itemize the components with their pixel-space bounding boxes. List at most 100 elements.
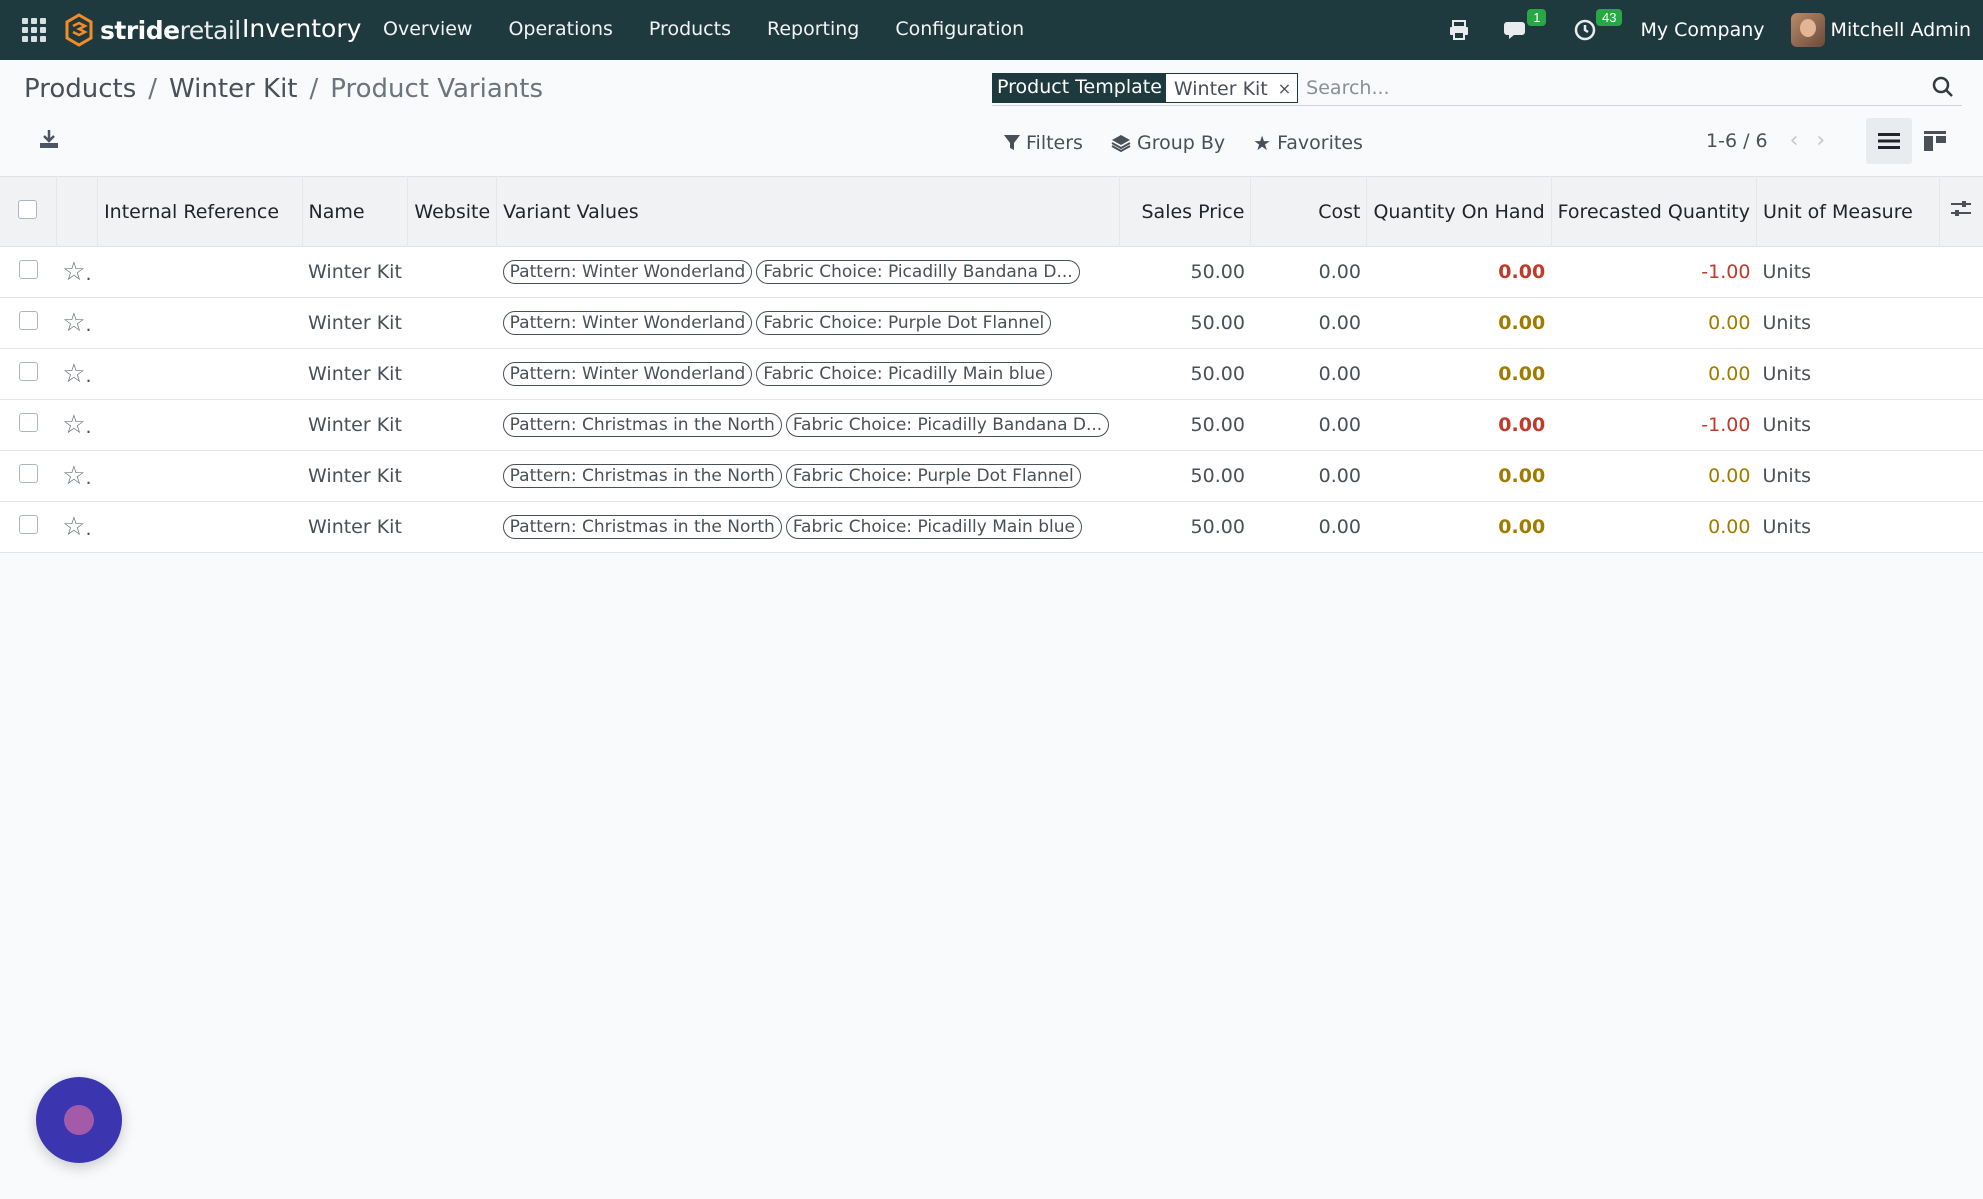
table-row[interactable]: ☆. Winter Kit Pattern: Winter Wonderland… — [0, 348, 1983, 400]
priority-star-icon[interactable]: ☆ — [62, 512, 85, 542]
row-checkbox[interactable] — [18, 362, 38, 381]
pager-next-icon[interactable]: › — [1816, 128, 1825, 153]
variant-tag-pattern: Pattern: Christmas in the North — [502, 464, 782, 488]
cell-uom: Units — [1762, 465, 1812, 487]
sliders-icon[interactable] — [1950, 199, 1972, 219]
breadcrumb-products[interactable]: Products — [24, 74, 136, 104]
column-uom[interactable]: Unit of Measure — [1756, 176, 1940, 247]
table-row[interactable]: ☆. Winter Kit Pattern: Christmas in the … — [0, 399, 1983, 451]
filters-button[interactable]: Filters — [1004, 131, 1083, 155]
breadcrumb-winter-kit[interactable]: Winter Kit — [169, 74, 297, 104]
avatar — [1790, 13, 1825, 47]
brand-mark-icon — [65, 13, 93, 47]
cell-variant-values: Pattern: Winter Wonderland Fabric Choice:… — [497, 247, 1120, 298]
menu-operations[interactable]: Operations — [508, 18, 612, 40]
cell-forecasted-qty: 0.00 — [1708, 363, 1751, 385]
menu-configuration[interactable]: Configuration — [895, 18, 1024, 40]
column-forecasted-qty[interactable]: Forecasted Quantity — [1551, 176, 1757, 247]
menu-overview[interactable]: Overview — [383, 18, 472, 40]
column-name[interactable]: Name — [302, 176, 409, 247]
table-row[interactable]: ☆. Winter Kit Pattern: Winter Wonderland… — [0, 297, 1983, 349]
search-icon[interactable] — [1930, 74, 1956, 100]
pager-value[interactable]: 1-6 / 6 — [1706, 130, 1768, 152]
row-checkbox[interactable] — [18, 311, 38, 330]
cell-name: Winter Kit — [308, 414, 402, 436]
user-menu[interactable]: Mitchell Admin — [1790, 13, 1971, 47]
cell-sales-price: 50.00 — [1190, 312, 1245, 334]
table-row[interactable]: ☆. Winter Kit Pattern: Christmas in the … — [0, 501, 1983, 553]
cell-website — [408, 400, 497, 451]
facet-label: Product Template — [993, 73, 1166, 102]
cell-qty-on-hand: 0.00 — [1498, 261, 1546, 283]
priority-star-icon[interactable]: ☆ — [62, 461, 85, 491]
column-website[interactable]: Website — [407, 176, 498, 247]
cell-internal-reference — [98, 298, 302, 349]
pager-previous-icon[interactable]: ‹ — [1790, 128, 1799, 153]
cell-cost: 0.00 — [1318, 516, 1361, 538]
select-all-checkbox[interactable] — [18, 199, 38, 219]
kanban-view-icon[interactable] — [1912, 118, 1958, 164]
clock-icon[interactable]: 43 — [1570, 9, 1623, 45]
favorites-label: Favorites — [1277, 132, 1363, 154]
cell-website — [408, 502, 497, 553]
brand-logo[interactable]: strideretail — [64, 10, 241, 50]
cell-name: Winter Kit — [308, 465, 402, 487]
view-switcher — [1866, 118, 1958, 164]
menu-reporting[interactable]: Reporting — [767, 18, 859, 40]
printer-icon[interactable] — [1444, 15, 1474, 45]
app-name[interactable]: Inventory — [242, 14, 361, 43]
table-row[interactable]: ☆. Winter Kit Pattern: Christmas in the … — [0, 450, 1983, 502]
cell-name: Winter Kit — [308, 261, 402, 283]
table-row[interactable]: ☆. Winter Kit Pattern: Winter Wonderland… — [0, 246, 1983, 298]
menu-products[interactable]: Products — [649, 18, 731, 40]
column-variant-values[interactable]: Variant Values — [496, 176, 1120, 247]
row-checkbox[interactable] — [18, 464, 38, 483]
variant-tag-pattern: Pattern: Winter Wonderland — [502, 311, 753, 335]
priority-star-icon[interactable]: ☆ — [62, 257, 85, 287]
column-internal-reference[interactable]: Internal Reference — [97, 176, 303, 247]
facet-remove-icon[interactable]: × — [1278, 79, 1291, 98]
group-by-label: Group By — [1136, 132, 1226, 154]
cell-cost: 0.00 — [1318, 312, 1361, 334]
cell-qty-on-hand: 0.00 — [1498, 516, 1546, 538]
top-navbar: strideretail Inventory Overview Operatio… — [0, 0, 1983, 60]
column-qty-on-hand[interactable]: Quantity On Hand — [1366, 176, 1552, 247]
cell-qty-on-hand: 0.00 — [1498, 465, 1546, 487]
row-checkbox[interactable] — [18, 413, 38, 432]
group-by-button[interactable]: Group By — [1111, 131, 1225, 155]
pager: 1-6 / 6 ‹ › — [1706, 128, 1825, 153]
livechat-bubble[interactable] — [36, 1077, 122, 1163]
download-icon[interactable] — [38, 128, 60, 150]
search-input[interactable] — [1306, 76, 1907, 99]
column-cost[interactable]: Cost — [1250, 176, 1368, 247]
apps-grid-icon[interactable] — [22, 18, 46, 42]
row-checkbox[interactable] — [18, 515, 38, 534]
favorites-button[interactable]: ★ Favorites — [1253, 131, 1363, 155]
cell-website — [408, 298, 497, 349]
cell-internal-reference — [98, 400, 302, 451]
filter-icon — [1004, 135, 1020, 150]
brand-name-right: retail — [179, 15, 242, 45]
priority-star-icon[interactable]: ☆ — [62, 308, 85, 338]
cell-website — [408, 349, 497, 400]
row-checkbox[interactable] — [18, 260, 38, 279]
cell-variant-values: Pattern: Christmas in the North Fabric Ch… — [497, 400, 1120, 451]
company-switcher[interactable]: My Company — [1640, 19, 1764, 41]
cell-qty-on-hand: 0.00 — [1498, 312, 1546, 334]
breadcrumb: Products / Winter Kit / Product Variants — [24, 74, 543, 104]
chat-icon[interactable]: 1 — [1502, 9, 1547, 45]
variant-tag-fabric: Fabric Choice: Picadilly Bandana D... — [756, 260, 1080, 284]
variant-tag-pattern: Pattern: Winter Wonderland — [502, 362, 753, 386]
cell-uom: Units — [1762, 516, 1812, 538]
cell-uom: Units — [1762, 363, 1812, 385]
cell-internal-reference — [98, 349, 302, 400]
cell-variant-values: Pattern: Christmas in the North Fabric Ch… — [497, 451, 1120, 502]
cell-forecasted-qty: 0.00 — [1708, 516, 1751, 538]
priority-star-icon[interactable]: ☆ — [62, 410, 85, 440]
list-view-icon[interactable] — [1866, 118, 1912, 164]
column-sales-price[interactable]: Sales Price — [1119, 176, 1252, 247]
variant-tag-fabric: Fabric Choice: Purple Dot Flannel — [785, 464, 1081, 488]
priority-star-icon[interactable]: ☆ — [62, 359, 85, 389]
star-icon: ★ — [1253, 131, 1272, 155]
cell-cost: 0.00 — [1318, 414, 1361, 436]
